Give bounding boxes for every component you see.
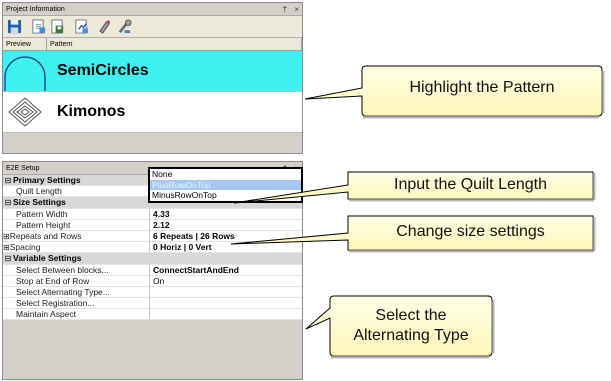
callout-alternating-line-2: Alternating Type xyxy=(353,327,469,344)
callout-highlight-pattern: Highlight the Pattern xyxy=(409,79,555,96)
callout-alternating-type: Select the Alternating Type xyxy=(330,306,492,346)
callout-quilt-length: Input the Quilt Length xyxy=(394,176,547,193)
callout-alternating-line-1: Select the xyxy=(375,307,447,324)
callout-size-settings: Change size settings xyxy=(396,223,545,240)
